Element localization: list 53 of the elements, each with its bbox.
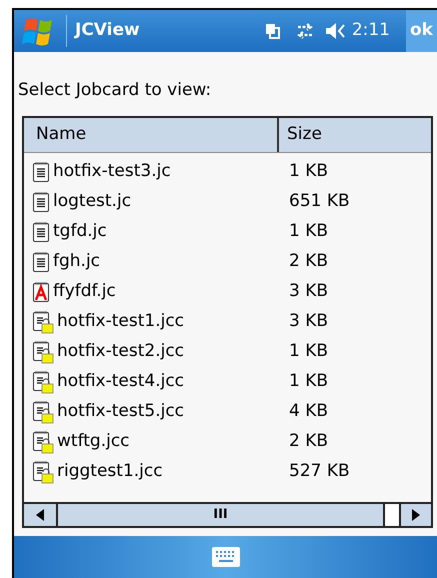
file-size: 2 KB: [288, 250, 328, 273]
file-size: 527 KB: [288, 460, 350, 483]
file-size: 1 KB: [288, 370, 328, 393]
file-row[interactable]: hotfix-test2.jcc 1 KB: [24, 336, 431, 366]
locked-document-icon: [32, 370, 54, 394]
locked-document-icon: [32, 310, 54, 334]
file-row[interactable]: ffyfdf.jc 3 KB: [24, 276, 431, 306]
file-name: hotfix-test2.jcc: [57, 340, 184, 363]
locked-document-icon: [32, 400, 54, 424]
horizontal-scrollbar[interactable]: III: [24, 502, 431, 526]
file-size: 1 KB: [288, 340, 328, 363]
scroll-left-icon[interactable]: [36, 508, 44, 520]
column-header[interactable]: Name: [24, 118, 279, 152]
keyboard-icon[interactable]: [210, 546, 240, 568]
document-icon: [32, 160, 50, 182]
file-size: 651 KB: [288, 190, 350, 213]
file-size: 2 KB: [288, 430, 328, 453]
locked-document-icon: [32, 430, 54, 454]
file-row[interactable]: hotfix-test1.jcc 3 KB: [24, 306, 431, 336]
document-icon: [32, 190, 50, 212]
file-size: 1 KB: [288, 220, 328, 243]
file-row[interactable]: fgh.jc 2 KB: [24, 246, 431, 276]
file-row[interactable]: hotfix-test4.jcc 1 KB: [24, 366, 431, 396]
file-row[interactable]: logtest.jc 651 KB: [24, 186, 431, 216]
column-header[interactable]: Size: [279, 118, 431, 152]
file-name: hotfix-test1.jcc: [57, 310, 184, 333]
file-name: logtest.jc: [53, 190, 132, 213]
file-size: 3 KB: [288, 310, 328, 333]
prompt-label: Select Jobcard to view:: [18, 79, 212, 102]
locked-document-icon: [32, 340, 54, 364]
file-size: 1 KB: [288, 160, 328, 183]
clock[interactable]: 2:11: [352, 18, 390, 44]
file-size: 4 KB: [288, 400, 328, 423]
file-name: riggtest1.jcc: [57, 460, 163, 483]
file-row[interactable]: hotfix-test5.jcc 4 KB: [24, 396, 431, 426]
file-size: 3 KB: [288, 280, 328, 303]
file-row[interactable]: tgfd.jc 1 KB: [24, 216, 431, 246]
file-row[interactable]: wtftg.jcc 2 KB: [24, 426, 431, 456]
scroll-right-icon[interactable]: [412, 508, 420, 520]
file-name: tgfd.jc: [53, 220, 107, 243]
file-name: fgh.jc: [53, 250, 100, 273]
file-name: hotfix-test5.jcc: [57, 400, 184, 423]
letter-a-document-icon: [32, 280, 50, 302]
window-title: JCView: [75, 19, 140, 42]
file-row[interactable]: riggtest1.jcc 527 KB: [24, 456, 431, 486]
document-icon: [32, 220, 50, 242]
file-name: ffyfdf.jc: [53, 280, 116, 303]
file-row[interactable]: hotfix-test3.jc 1 KB: [24, 156, 431, 186]
locked-document-icon: [32, 460, 54, 484]
file-name: hotfix-test4.jcc: [57, 370, 184, 393]
file-name: hotfix-test3.jc: [53, 160, 171, 183]
file-name: wtftg.jcc: [57, 430, 130, 453]
document-icon: [32, 250, 50, 272]
